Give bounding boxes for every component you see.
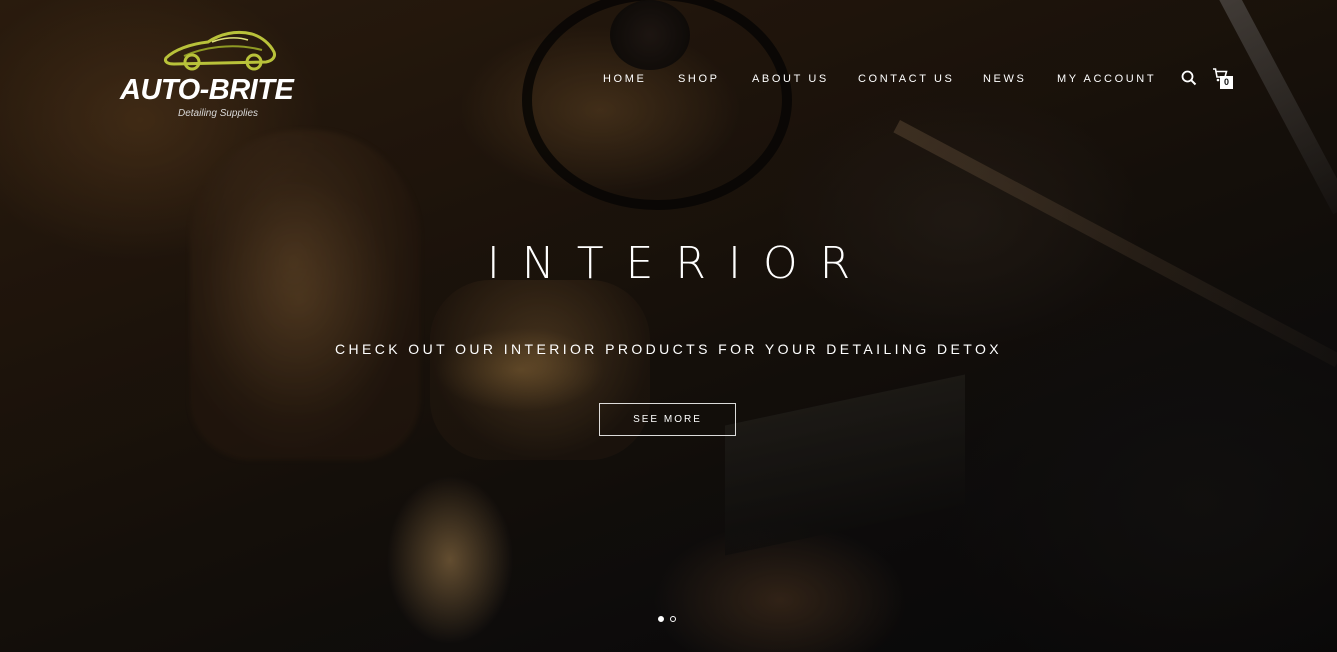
- hero-subtitle: CHECK OUT OUR INTERIOR PRODUCTS FOR YOUR…: [335, 341, 1002, 357]
- cart-count-badge: 0: [1220, 76, 1233, 89]
- site-logo[interactable]: AUTO-BRITE Detailing Supplies: [120, 28, 320, 123]
- hero-title: INTERIOR: [486, 238, 873, 289]
- slide-dot-1[interactable]: [658, 616, 664, 622]
- slide-dot-2[interactable]: [670, 616, 676, 622]
- nav-item-shop[interactable]: SHOP: [678, 73, 720, 85]
- hero-slider: AUTO-BRITE Detailing Supplies HOME SHOP …: [0, 0, 1337, 652]
- nav-item-news[interactable]: NEWS: [983, 73, 1026, 85]
- nav-item-my-account[interactable]: MY ACCOUNT: [1057, 73, 1156, 85]
- search-icon: [1181, 70, 1197, 86]
- nav-item-home[interactable]: HOME: [603, 73, 646, 85]
- logo-wordmark: AUTO-BRITE: [120, 74, 294, 106]
- slider-pagination: [658, 616, 676, 622]
- logo-tagline: Detailing Supplies: [178, 108, 259, 119]
- see-more-button[interactable]: SEE MORE: [599, 403, 736, 436]
- cart-button[interactable]: 0: [1212, 68, 1236, 90]
- search-button[interactable]: [1181, 70, 1197, 86]
- car-logo-icon: [164, 30, 276, 71]
- nav-item-about-us[interactable]: ABOUT US: [752, 73, 829, 85]
- nav-item-contact-us[interactable]: CONTACT US: [858, 73, 955, 85]
